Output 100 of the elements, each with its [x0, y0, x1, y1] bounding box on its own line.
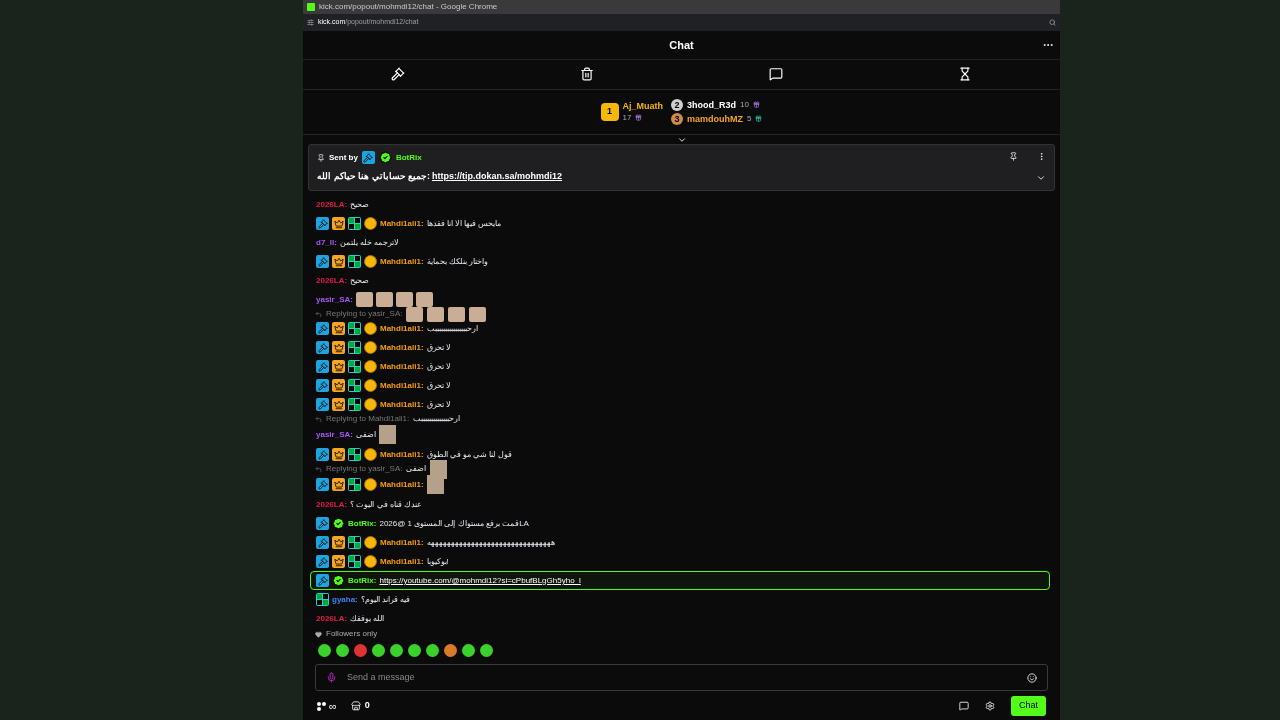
- gifter-badge-icon: [364, 379, 377, 393]
- settings-icon[interactable]: [985, 701, 995, 712]
- moderator-badge-icon: [316, 517, 329, 531]
- username[interactable]: 2026LA:: [316, 498, 348, 511]
- window-title: kick.com/popout/mohmdi12/chat - Google Chrome: [319, 1, 498, 12]
- gifter-name[interactable]: Aj_Muath: [622, 99, 663, 112]
- site-settings-icon[interactable]: [307, 18, 314, 26]
- emote-icon: [415, 292, 433, 308]
- pinned-link[interactable]: https://tip.dokan.sa/mohmdi12: [432, 170, 563, 184]
- gifter-badge-icon: [364, 360, 377, 374]
- site-logo-icon: [307, 2, 315, 11]
- og-badge-icon: [348, 341, 361, 355]
- more-icon[interactable]: [1037, 152, 1046, 162]
- moderator-badge-icon: [316, 448, 329, 462]
- username[interactable]: Mahdi1ali1:: [380, 536, 424, 549]
- username[interactable]: yasir_SA:: [316, 428, 353, 441]
- og-badge-icon: [348, 478, 361, 492]
- gifter-name[interactable]: 3hood_R3d: [687, 98, 737, 111]
- heart-icon: [315, 630, 322, 638]
- username[interactable]: Mahdi1ali1:: [380, 360, 424, 373]
- reply-label: Replying to yasir_SA:: [326, 308, 403, 321]
- message-text: صحيح: [350, 274, 370, 287]
- username[interactable]: Mahdi1ali1:: [380, 448, 424, 461]
- pin-icon: [317, 153, 325, 162]
- username[interactable]: Mahdi1ali1:: [380, 322, 424, 335]
- username[interactable]: d7_ll:: [316, 236, 337, 249]
- gifter-name[interactable]: mamdouhMZ: [687, 112, 743, 125]
- username[interactable]: Mahdi1ali1:: [380, 398, 424, 411]
- rank-badge: 3: [671, 112, 683, 125]
- gift-count: 5: [747, 112, 752, 125]
- moderator-badge-icon: [316, 398, 329, 412]
- crown-badge-icon: [332, 448, 345, 462]
- message-text: هههههههههههههههههههههههههههههههه: [426, 536, 555, 549]
- username[interactable]: gyaha:: [332, 593, 358, 606]
- message-text: فيه قراند اليوم؟: [360, 593, 411, 606]
- message-text: بوكيوبا!: [426, 555, 449, 568]
- store-icon[interactable]: [350, 701, 361, 712]
- message-text: لا تحرق: [426, 379, 451, 392]
- emote-icon: [406, 306, 424, 322]
- message-text: اضفى: [406, 463, 427, 476]
- username[interactable]: Mahdi1ali1:: [380, 379, 424, 392]
- username[interactable]: Mahdi1ali1:: [380, 217, 424, 230]
- og-badge-icon: [348, 217, 361, 231]
- username[interactable]: BotRix: [395, 151, 422, 164]
- moderator-badge-icon: [316, 255, 329, 269]
- hourglass-icon[interactable]: [958, 67, 973, 82]
- reply-label: Replying to yasir_SA:: [326, 463, 403, 476]
- points-icon[interactable]: [317, 701, 327, 711]
- message-text: لا تحرق: [426, 360, 451, 373]
- message-text: لا تحرق: [426, 398, 451, 411]
- emoji-icon[interactable]: [1027, 672, 1037, 683]
- og-badge-icon: [348, 398, 361, 412]
- username[interactable]: Mahdi1ali1:: [380, 555, 424, 568]
- reply-label: Replying to Mahdi1ali1:: [326, 413, 410, 426]
- crown-badge-icon: [332, 555, 345, 569]
- username[interactable]: Mahdi1ali1:: [380, 255, 424, 268]
- message-text: الله يوفقك: [350, 612, 385, 625]
- gifter-badge-icon: [364, 255, 377, 269]
- chat-bubble-icon[interactable]: [959, 701, 969, 712]
- chat-bubble-icon[interactable]: [769, 67, 784, 82]
- username[interactable]: 2026LA:: [316, 274, 348, 287]
- microphone-icon[interactable]: [326, 672, 337, 684]
- username[interactable]: Mahdi1ali1:: [380, 341, 424, 354]
- username[interactable]: 2026LA:: [316, 198, 348, 211]
- gift-icon: [755, 115, 763, 123]
- gifter-badge-icon: [364, 448, 377, 462]
- store-count: 0: [364, 699, 370, 713]
- message-box[interactable]: Send a message: [315, 664, 1048, 692]
- chat-mode-label: Followers only: [326, 628, 378, 641]
- chat-button[interactable]: Chat: [1011, 696, 1046, 717]
- gavel-icon[interactable]: [390, 67, 405, 82]
- moderator-badge-icon: [316, 217, 329, 231]
- username[interactable]: Mahdi1ali1:: [380, 478, 424, 491]
- photo-placeholder: [378, 425, 396, 445]
- unpin-icon[interactable]: [1009, 152, 1018, 162]
- emote-icon: [395, 292, 413, 308]
- gifter-badge-icon: [364, 341, 377, 355]
- message-link[interactable]: https://youtube.com/@mohmdi12?si=cPbufBLgGh5yho_l: [379, 574, 581, 587]
- gift-count: 17: [622, 111, 632, 124]
- moderator-badge-icon: [316, 379, 329, 393]
- message-text: لا تحرق: [426, 341, 451, 354]
- username[interactable]: BotRix:: [348, 517, 377, 530]
- moderator-badge-icon: [316, 322, 329, 336]
- message-text: مايحس فيها الا انا فقدها: [426, 217, 502, 230]
- username[interactable]: 2026LA:: [316, 612, 348, 625]
- chat-title: Chat: [669, 37, 694, 53]
- sent-by-label: Sent by: [329, 151, 358, 164]
- username[interactable]: BotRix:: [348, 574, 377, 587]
- trash-icon[interactable]: [579, 67, 594, 82]
- message-input[interactable]: Send a message: [347, 670, 1017, 685]
- og-badge-icon: [316, 593, 329, 607]
- search-icon[interactable]: [1049, 18, 1056, 26]
- rank-badge: 1: [600, 102, 619, 121]
- emote-icon: [469, 306, 487, 322]
- crown-badge-icon: [332, 398, 345, 412]
- username[interactable]: yasir_SA:: [316, 293, 353, 306]
- verified-badge-icon: [332, 574, 345, 588]
- verified-badge-icon: [332, 517, 345, 531]
- reply-icon: [315, 415, 322, 423]
- og-badge-icon: [348, 536, 361, 550]
